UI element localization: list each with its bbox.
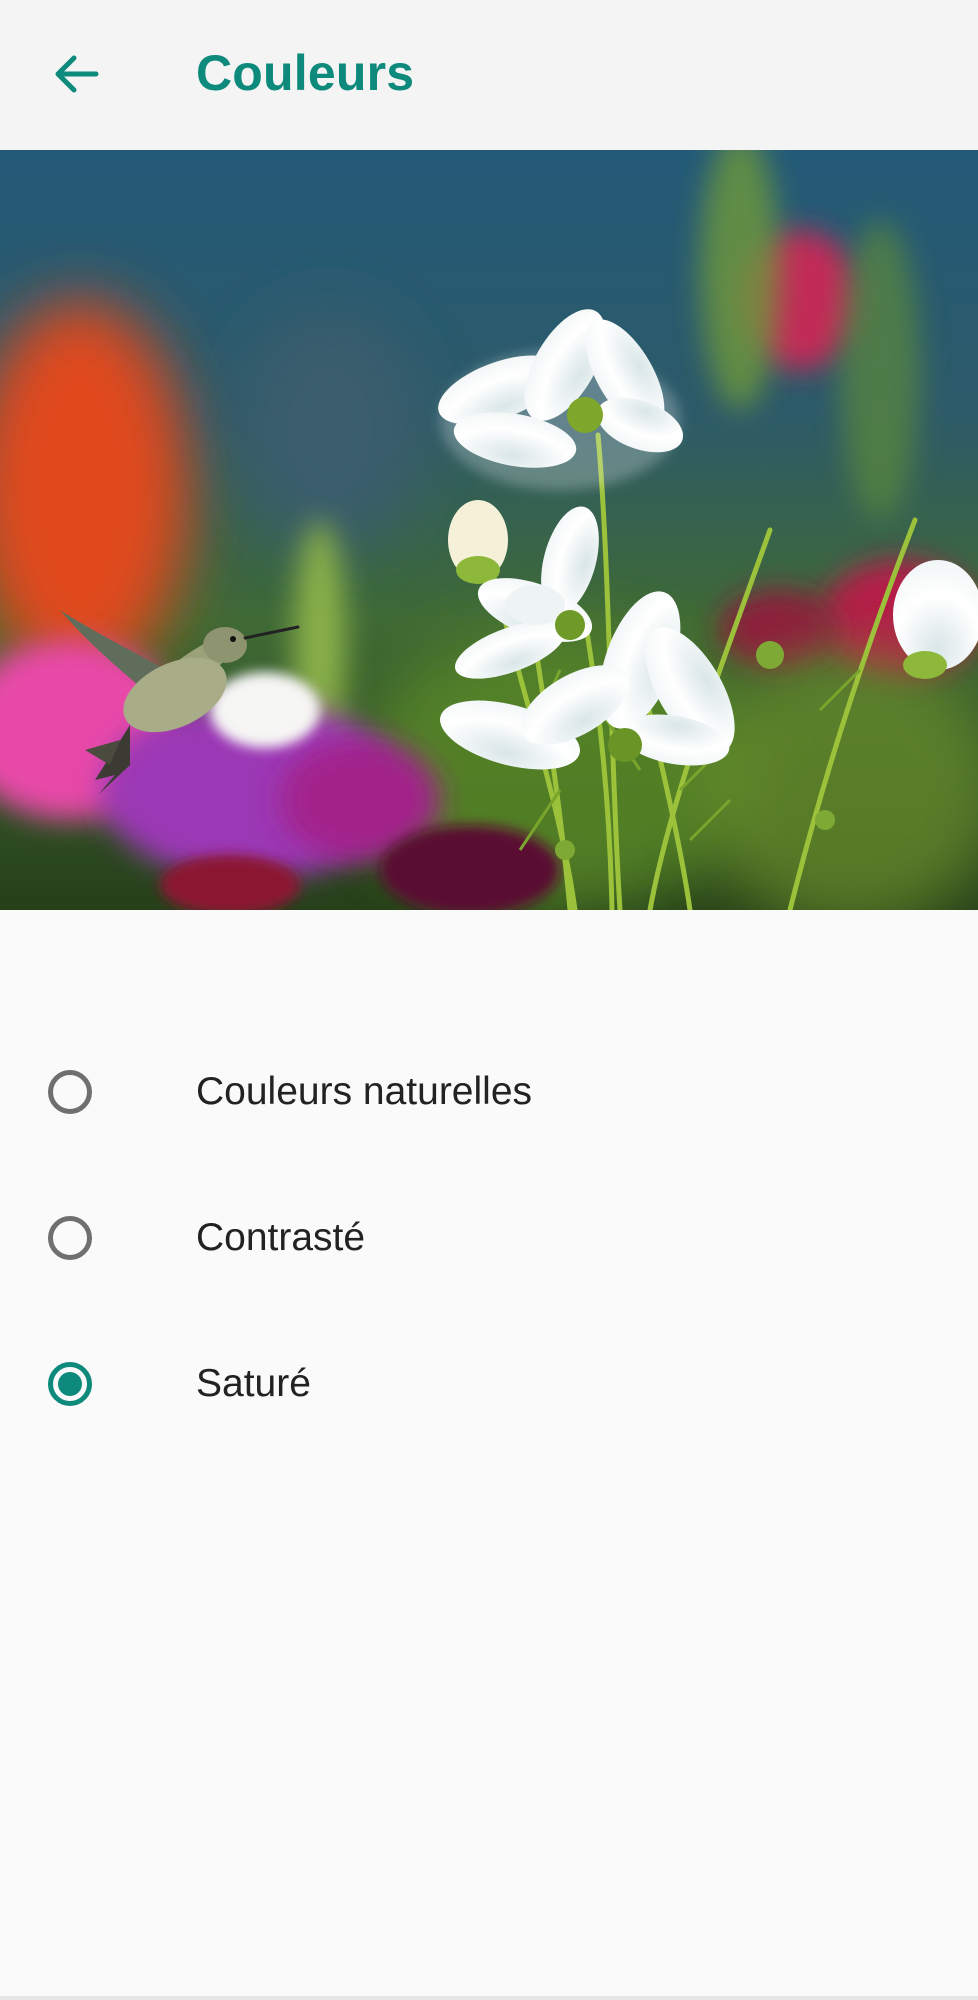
option-label: Saturé — [196, 1362, 311, 1405]
radio-button[interactable] — [48, 1216, 92, 1260]
option-label: Couleurs naturelles — [196, 1070, 533, 1113]
page-title: Couleurs — [196, 45, 415, 101]
back-button[interactable] — [36, 36, 116, 116]
radio-button-selected[interactable] — [48, 1362, 92, 1406]
app-bar: Couleurs — [0, 0, 978, 150]
option-couleurs-naturelles[interactable]: Couleurs naturelles — [0, 1020, 978, 1166]
color-preview-image — [0, 150, 978, 910]
option-sature[interactable]: Saturé — [0, 1312, 978, 1458]
option-label: Contrasté — [196, 1216, 366, 1259]
radio-button[interactable] — [48, 1070, 92, 1114]
bottom-divider — [0, 1996, 978, 2000]
arrow-left-icon — [50, 48, 102, 105]
color-mode-list: Couleurs naturelles Contrasté Saturé — [0, 1020, 978, 1458]
option-contraste[interactable]: Contrasté — [0, 1166, 978, 1312]
screen: Couleurs Couleurs naturelles Contrasté S… — [0, 0, 978, 2000]
radio-selected-dot — [58, 1372, 82, 1396]
